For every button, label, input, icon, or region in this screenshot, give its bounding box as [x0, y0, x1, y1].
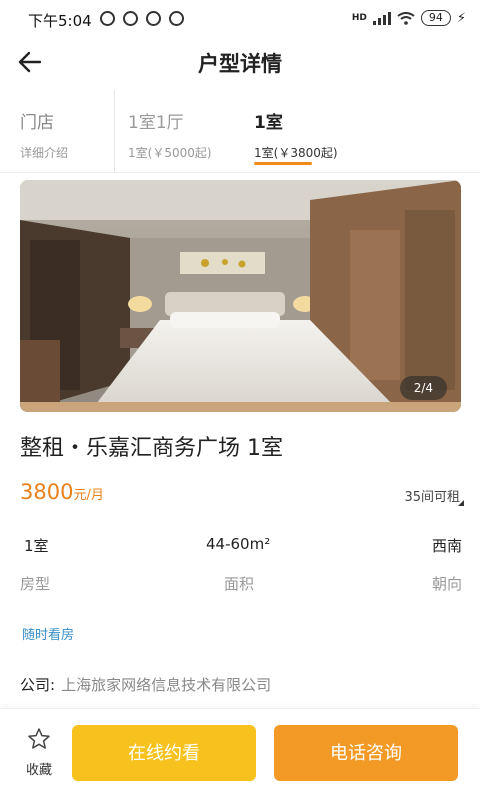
photo-counter: 2/4: [399, 376, 447, 400]
app-notification-icon: [146, 11, 161, 26]
signal-icon: [372, 11, 391, 25]
charging-icon: ⚡: [456, 10, 466, 26]
active-tab-indicator: [254, 162, 312, 165]
battery-icon: 94: [420, 10, 451, 26]
price-row: 3800元/月 35间可租: [20, 480, 464, 510]
corner-caret-icon: [458, 500, 464, 506]
app-notification-icon-2: [169, 11, 184, 26]
favorite-label: 收藏: [25, 763, 52, 778]
status-right: HD 94 ⚡: [352, 10, 466, 26]
alarm-icon: [123, 11, 138, 26]
divider: [0, 172, 480, 173]
tab-one-room-one-hall-label: 1室1厅: [128, 113, 184, 133]
notification-icons: [100, 11, 184, 26]
online-viewing-button[interactable]: 在线约看: [72, 725, 256, 781]
company-row: 公司: 上海旅家网络信息技术有限公司: [20, 674, 271, 695]
tab-one-room-one-hall-sub: 1室(￥5000起): [128, 146, 212, 160]
wifi-icon: [397, 11, 415, 25]
favorite-button[interactable]: 收藏: [18, 727, 60, 787]
room-photo[interactable]: 2/4: [20, 180, 461, 412]
navbar: 户型详情: [0, 36, 480, 88]
mute-icon: [100, 11, 115, 26]
page-title: 户型详情: [198, 52, 282, 76]
spec-room-type-value: 1室: [24, 537, 49, 555]
spec-orientation-value: 西南: [431, 537, 462, 555]
tab-store-sub: 详细介绍: [20, 146, 69, 160]
viewing-anytime-tag: 随时看房: [22, 628, 75, 643]
listing-title: 整租・乐嘉汇商务广场 1室: [20, 436, 283, 461]
tab-store[interactable]: 门店 详细介绍: [20, 90, 110, 172]
specs-row: 1室 房型 44-60m² 面积 西南 朝向: [20, 535, 462, 601]
star-icon: [28, 728, 50, 749]
bottom-action-bar: 收藏 在线约看 电话咨询: [0, 708, 480, 800]
bedroom-image: [20, 180, 461, 412]
status-time: 下午5:04: [28, 12, 92, 30]
tab-store-label: 门店: [20, 113, 54, 133]
tab-divider: [114, 90, 115, 172]
tab-one-room-one-hall[interactable]: 1室1厅 1室(￥5000起): [128, 90, 238, 172]
spec-area-label: 面积: [224, 575, 255, 593]
spec-room-type: 1室 房型: [20, 535, 50, 601]
company-label: 公司:: [20, 676, 56, 694]
tab-one-room-sub: 1室(￥3800起): [254, 146, 338, 160]
tab-one-room[interactable]: 1室 1室(￥3800起): [254, 90, 374, 172]
price-value: 3800: [20, 480, 74, 504]
status-bar: 下午5:04 HD 94 ⚡: [0, 0, 480, 36]
spec-room-type-label: 房型: [20, 575, 51, 593]
phone-consult-button[interactable]: 电话咨询: [274, 725, 458, 781]
company-name: 上海旅家网络信息技术有限公司: [61, 676, 272, 694]
rooms-available[interactable]: 35间可租: [404, 486, 460, 505]
spec-orientation-label: 朝向: [431, 575, 462, 593]
tab-one-room-label: 1室: [254, 113, 283, 133]
spec-area: 44-60m² 面积: [206, 535, 270, 601]
spec-area-value: 44-60m²: [206, 535, 271, 553]
spec-orientation: 西南 朝向: [432, 535, 462, 601]
hd-icon: HD: [351, 13, 367, 23]
room-type-tabs: 门店 详细介绍 1室1厅 1室(￥5000起) 1室 1室(￥3800起): [0, 90, 480, 172]
price-unit: 元/月: [73, 488, 104, 503]
